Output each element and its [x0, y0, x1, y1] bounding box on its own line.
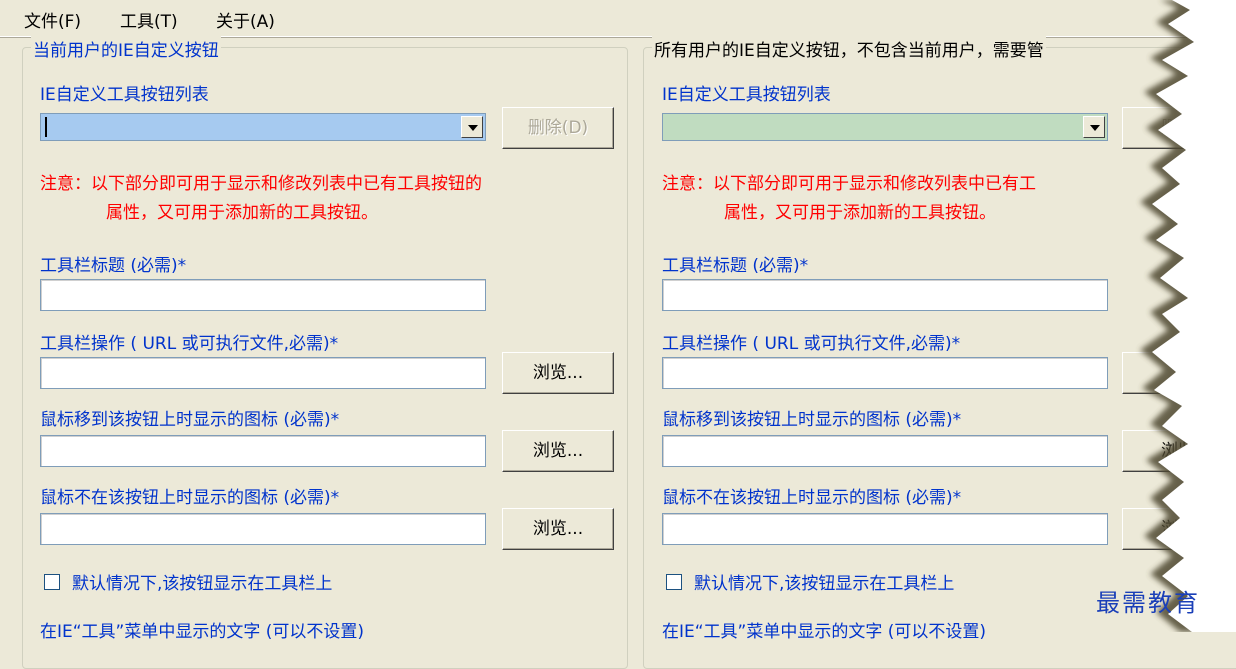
all-hover-browse-button[interactable]: 浏览 — [1122, 430, 1234, 472]
watermark: 最需教育 — [1096, 589, 1200, 617]
current-user-group-title: 当前用户的IE自定义按钮 — [31, 36, 221, 61]
all-list-label: IE自定义工具按钮列表 — [662, 85, 831, 105]
all-toolbar-action-label: 工具栏操作 ( URL 或可执行文件,必需)* — [662, 334, 961, 354]
current-default-show-label: 默认情况下,该按钮显示在工具栏上 — [72, 574, 333, 594]
all-toolbar-title-label: 工具栏标题 (必需)* — [662, 256, 809, 276]
all-toolbar-action-input[interactable] — [662, 357, 1108, 389]
all-toolbar-title-input[interactable] — [662, 279, 1108, 311]
menu-bar: 文件(F) 工具(T) 关于(A) — [0, 0, 1236, 37]
all-notice-line1: 注意：以下部分即可用于显示和修改列表中已有工 — [662, 174, 1036, 194]
current-default-show-checkbox[interactable] — [44, 574, 60, 590]
current-hover-browse-button[interactable]: 浏览... — [502, 430, 614, 472]
current-menu-text-label: 在IE“工具”菜单中显示的文字 (可以不设置) — [40, 622, 365, 642]
all-normal-icon-input[interactable] — [662, 513, 1108, 545]
all-default-show-label: 默认情况下,该按钮显示在工具栏上 — [694, 574, 955, 594]
current-notice-line1: 注意：以下部分即可用于显示和修改列表中已有工具按钮的 — [40, 174, 482, 194]
current-toolbar-title-input[interactable] — [40, 279, 486, 311]
chevron-down-icon — [1090, 125, 1100, 131]
all-users-button-list-combo[interactable] — [662, 113, 1108, 141]
chevron-down-icon — [468, 125, 478, 131]
all-hover-icon-label: 鼠标移到该按钮上时显示的图标 (必需)* — [662, 410, 962, 430]
current-toolbar-title-label: 工具栏标题 (必需)* — [40, 256, 187, 276]
all-notice-line2: 属性，又可用于添加新的工具按钮。 — [724, 203, 996, 223]
current-notice-line2: 属性，又可用于添加新的工具按钮。 — [106, 203, 378, 223]
current-button-list-combo[interactable] — [40, 113, 486, 141]
all-action-browse-button[interactable] — [1122, 352, 1234, 394]
all-users-group-title: 所有用户的IE自定义按钮，不包含当前用户，需要管 — [652, 36, 1046, 61]
current-hover-icon-label: 鼠标移到该按钮上时显示的图标 (必需)* — [40, 410, 340, 430]
menu-file[interactable]: 文件(F) — [24, 7, 81, 32]
all-normal-browse-button[interactable]: 浏览 — [1122, 508, 1234, 550]
all-normal-icon-label: 鼠标不在该按钮上时显示的图标 (必需)* — [662, 488, 962, 508]
dropdown-arrow-button[interactable] — [461, 116, 483, 138]
current-toolbar-action-input[interactable] — [40, 357, 486, 389]
text-caret — [45, 117, 47, 137]
current-hover-icon-input[interactable] — [40, 435, 486, 467]
all-default-show-checkbox[interactable] — [666, 574, 682, 590]
all-menu-text-label: 在IE“工具”菜单中显示的文字 (可以不设置) — [662, 622, 987, 642]
current-delete-button[interactable]: 删除(D) — [502, 107, 614, 149]
current-list-label: IE自定义工具按钮列表 — [40, 85, 209, 105]
current-toolbar-action-label: 工具栏操作 ( URL 或可执行文件,必需)* — [40, 334, 339, 354]
current-normal-icon-input[interactable] — [40, 513, 486, 545]
current-normal-browse-button[interactable]: 浏览... — [502, 508, 614, 550]
current-normal-icon-label: 鼠标不在该按钮上时显示的图标 (必需)* — [40, 488, 340, 508]
menu-tools[interactable]: 工具(T) — [120, 7, 178, 32]
current-action-browse-button[interactable]: 浏览... — [502, 352, 614, 394]
dropdown-arrow-button[interactable] — [1083, 116, 1105, 138]
all-delete-button[interactable]: 删除 — [1122, 107, 1234, 149]
menu-about[interactable]: 关于(A) — [216, 7, 275, 32]
all-hover-icon-input[interactable] — [662, 435, 1108, 467]
